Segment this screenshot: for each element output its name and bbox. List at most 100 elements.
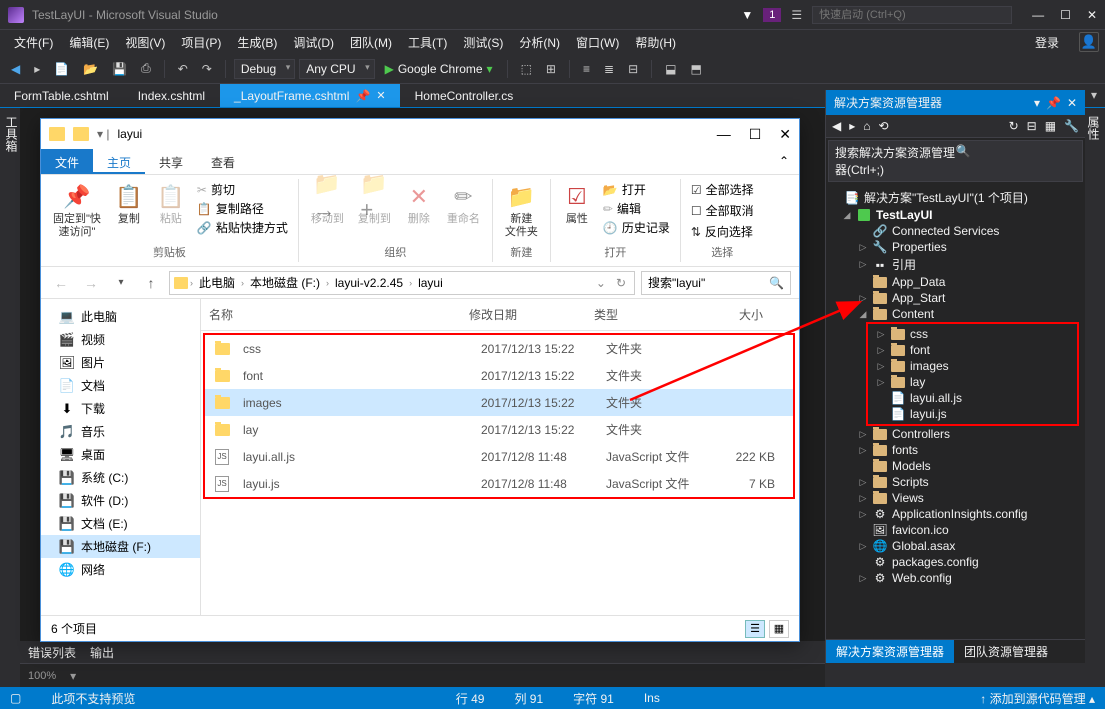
ribbon-tab-file[interactable]: 文件 — [41, 149, 93, 174]
paste-shortcut-button[interactable]: 🔗 粘贴快捷方式 — [197, 219, 288, 236]
close-button[interactable]: ✕ — [779, 126, 791, 143]
images-folder[interactable]: ▷images — [868, 358, 1077, 374]
pin-icon[interactable]: 📌 — [1046, 96, 1061, 110]
menu-project[interactable]: 项目(P) — [173, 31, 229, 54]
delete-button[interactable]: ✕删除 — [403, 181, 435, 228]
menu-tools[interactable]: 工具(T) — [400, 31, 455, 54]
back-icon[interactable]: ◀ — [832, 119, 841, 133]
nav-fwd-icon[interactable]: ▸ — [29, 59, 45, 79]
properties-icon[interactable]: 🔧 — [1064, 119, 1079, 133]
nav-recent-button[interactable]: ▾ — [109, 271, 133, 295]
appstart-folder[interactable]: ▷App_Start — [826, 290, 1085, 306]
breadcrumb-seg[interactable]: 此电脑 — [195, 272, 239, 293]
properties-side-tab[interactable]: 属性 — [1082, 108, 1105, 148]
font-folder[interactable]: ▷font — [868, 342, 1077, 358]
file-row[interactable]: lay2017/12/13 15:22文件夹 — [205, 416, 793, 443]
maximize-button[interactable]: ☐ — [1060, 8, 1071, 22]
tb-icon-6[interactable]: ⬓ — [660, 59, 681, 79]
nav-item[interactable]: 💾软件 (D:) — [41, 489, 200, 512]
nav-item[interactable]: 💾系统 (C:) — [41, 466, 200, 489]
tb-icon-5[interactable]: ⊟ — [623, 59, 643, 79]
copy-to-button[interactable]: 📁+复制到 — [356, 181, 393, 228]
css-folder[interactable]: ▷css — [868, 326, 1077, 342]
views-folder[interactable]: ▷Views — [826, 490, 1085, 506]
tb-icon-1[interactable]: ⬚ — [516, 59, 537, 79]
col-type[interactable]: 类型 — [586, 303, 701, 326]
fwd-icon[interactable]: ▸ — [849, 119, 855, 133]
panel-dropdown-icon[interactable]: ▾ — [1034, 96, 1040, 110]
nav-item[interactable]: 🖥桌面 — [41, 443, 200, 466]
menu-view[interactable]: 视图(V) — [117, 31, 173, 54]
models-folder[interactable]: Models — [826, 458, 1085, 474]
nav-item[interactable]: 🌐网络 — [41, 558, 200, 581]
tb-icon-7[interactable]: ⬒ — [685, 59, 706, 79]
status-git[interactable]: ↑ 添加到源代码管理 ▴ — [980, 690, 1095, 707]
nav-forward-button[interactable]: → — [79, 271, 103, 295]
tab-layoutframe[interactable]: _LayoutFrame.cshtml📌✕ — [220, 84, 401, 107]
notification-flag-icon[interactable]: ▼ — [741, 8, 753, 22]
home-icon[interactable]: ⌂ — [863, 119, 870, 133]
menu-window[interactable]: 窗口(W) — [568, 31, 627, 54]
history-button[interactable]: 🕘 历史记录 — [603, 219, 670, 236]
file-row[interactable]: images2017/12/13 15:22文件夹 — [205, 389, 793, 416]
tab-index[interactable]: Index.cshtml — [124, 84, 220, 107]
feedback-icon[interactable]: ☰ — [791, 8, 802, 22]
cut-button[interactable]: ✂ 剪切 — [197, 181, 288, 198]
open-button[interactable]: 📂 打开 — [603, 181, 670, 198]
nav-up-button[interactable]: ↑ — [139, 271, 163, 295]
menu-debug[interactable]: 调试(D) — [285, 31, 342, 54]
content-folder[interactable]: ◢Content — [826, 306, 1085, 322]
details-view-button[interactable]: ☰ — [745, 620, 765, 638]
pin-icon[interactable]: 📌 — [355, 89, 370, 103]
save-icon[interactable]: 💾 — [107, 59, 132, 79]
file-row[interactable]: css2017/12/13 15:22文件夹 — [205, 335, 793, 362]
menu-team[interactable]: 团队(M) — [342, 31, 400, 54]
layui-js[interactable]: 📄layui.js — [868, 406, 1077, 422]
maximize-button[interactable]: ☐ — [749, 126, 762, 143]
layui-all-js[interactable]: 📄layui.all.js — [868, 390, 1077, 406]
explorer-search-input[interactable]: 搜索"layui" 🔍 — [641, 271, 791, 295]
tb-icon-3[interactable]: ≡ — [578, 59, 595, 79]
file-row[interactable]: JSlayui.all.js2017/12/8 11:48JavaScript … — [205, 443, 793, 470]
menu-file[interactable]: 文件(F) — [6, 31, 61, 54]
ribbon-tab-view[interactable]: 查看 — [197, 149, 249, 174]
pin-to-quick-access-button[interactable]: 📌固定到"快 速访问" — [51, 181, 103, 241]
user-avatar-icon[interactable]: 👤 — [1079, 32, 1099, 52]
solution-explorer-tab[interactable]: 解决方案资源管理器 — [826, 640, 954, 663]
favicon[interactable]: 🖼favicon.ico — [826, 522, 1085, 538]
refresh-icon[interactable]: ↻ — [612, 276, 630, 290]
minimize-button[interactable]: — — [717, 126, 731, 143]
nav-item[interactable]: 💾本地磁盘 (F:) — [41, 535, 200, 558]
select-all-button[interactable]: ☑ 全部选择 — [691, 181, 754, 198]
menu-analyze[interactable]: 分析(N) — [511, 31, 568, 54]
scripts-folder[interactable]: ▷Scripts — [826, 474, 1085, 490]
file-row[interactable]: font2017/12/13 15:22文件夹 — [205, 362, 793, 389]
save-all-icon[interactable]: ⎙ — [136, 58, 156, 79]
nav-item[interactable]: 💻此电脑 — [41, 305, 200, 328]
close-button[interactable]: ✕ — [1087, 8, 1097, 22]
nav-item[interactable]: 🖼图片 — [41, 351, 200, 374]
platform-dropdown[interactable]: Any CPU — [299, 59, 374, 79]
fonts-folder[interactable]: ▷fonts — [826, 442, 1085, 458]
project-node[interactable]: ◢TestLayUI — [826, 207, 1085, 223]
copy-button[interactable]: 📋复制 — [113, 181, 145, 228]
open-icon[interactable]: 📂 — [78, 59, 103, 79]
file-row[interactable]: JSlayui.js2017/12/8 11:48JavaScript 文件7 … — [205, 470, 793, 497]
error-list-tab[interactable]: 错误列表 — [28, 644, 76, 661]
redo-icon[interactable]: ↷ — [197, 59, 217, 79]
nav-back-icon[interactable]: ◀ — [6, 59, 25, 79]
nav-item[interactable]: 🎵音乐 — [41, 420, 200, 443]
tab-homecontroller[interactable]: HomeController.cs — [401, 84, 529, 107]
tab-formtable[interactable]: FormTable.cshtml — [0, 84, 124, 107]
appinsights-config[interactable]: ▷⚙ApplicationInsights.config — [826, 506, 1085, 522]
packages-config[interactable]: ⚙packages.config — [826, 554, 1085, 570]
properties-node[interactable]: ▷🔧Properties — [826, 239, 1085, 255]
menu-build[interactable]: 生成(B) — [229, 31, 285, 54]
references-node[interactable]: ▷▪▪引用 — [826, 255, 1085, 274]
show-all-icon[interactable]: ▦ — [1045, 119, 1056, 133]
solution-root[interactable]: 📑解决方案"TestLayUI"(1 个项目) — [826, 188, 1085, 207]
edit-button[interactable]: ✏ 编辑 — [603, 200, 670, 217]
global-asax[interactable]: ▷🌐Global.asax — [826, 538, 1085, 554]
new-file-icon[interactable]: 📄 — [49, 59, 74, 79]
lay-folder[interactable]: ▷lay — [868, 374, 1077, 390]
